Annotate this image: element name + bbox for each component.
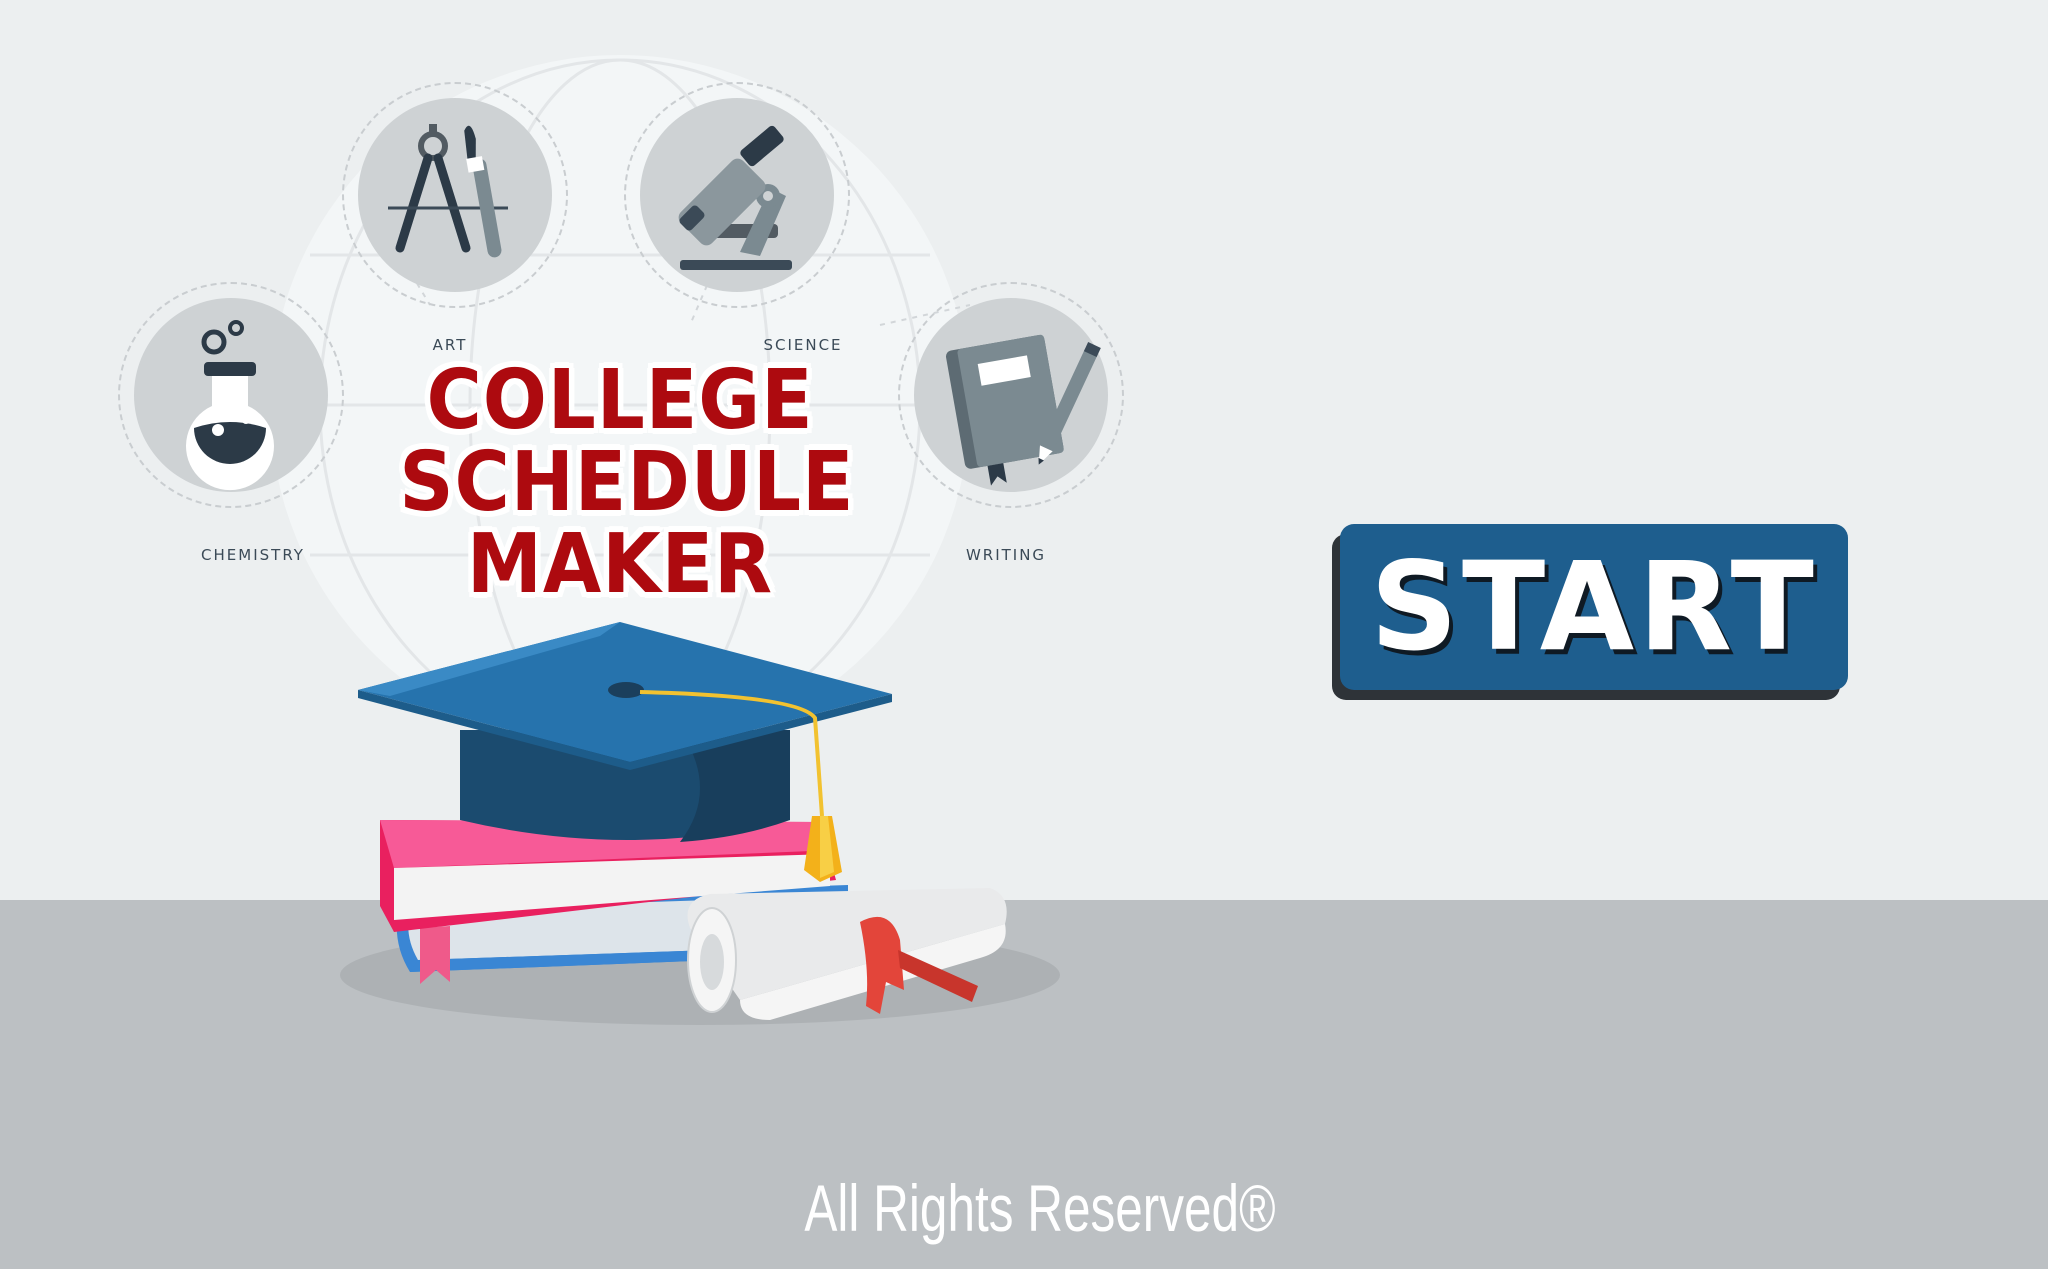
title-line-1: COLLEGE: [426, 353, 814, 448]
flask-icon: [186, 320, 274, 491]
compass-brush-icon: [388, 124, 508, 258]
subject-label-art: ART: [432, 336, 468, 354]
subject-chemistry: [118, 282, 344, 508]
start-button-label: START: [1370, 536, 1818, 678]
subject-label-science: SCIENCE: [763, 336, 843, 354]
subject-label-chemistry: CHEMISTRY: [201, 546, 305, 564]
subject-writing: [898, 282, 1124, 508]
subject-science: [624, 82, 850, 308]
footer-copyright: All Rights Reserved®: [804, 1171, 1276, 1245]
start-button[interactable]: START: [1332, 524, 1848, 700]
subject-art: [342, 82, 568, 308]
title-line-2: SCHEDULE: [399, 435, 855, 530]
microscope-icon: [678, 125, 792, 270]
subject-label-writing: WRITING: [965, 546, 1047, 564]
title-line-3: MAKER: [466, 517, 774, 612]
graduation-cap-books-illustration: [340, 622, 1060, 1025]
notebook-pen-icon: [945, 334, 1101, 486]
app-title: COLLEGE SCHEDULE MAKER: [399, 353, 855, 612]
